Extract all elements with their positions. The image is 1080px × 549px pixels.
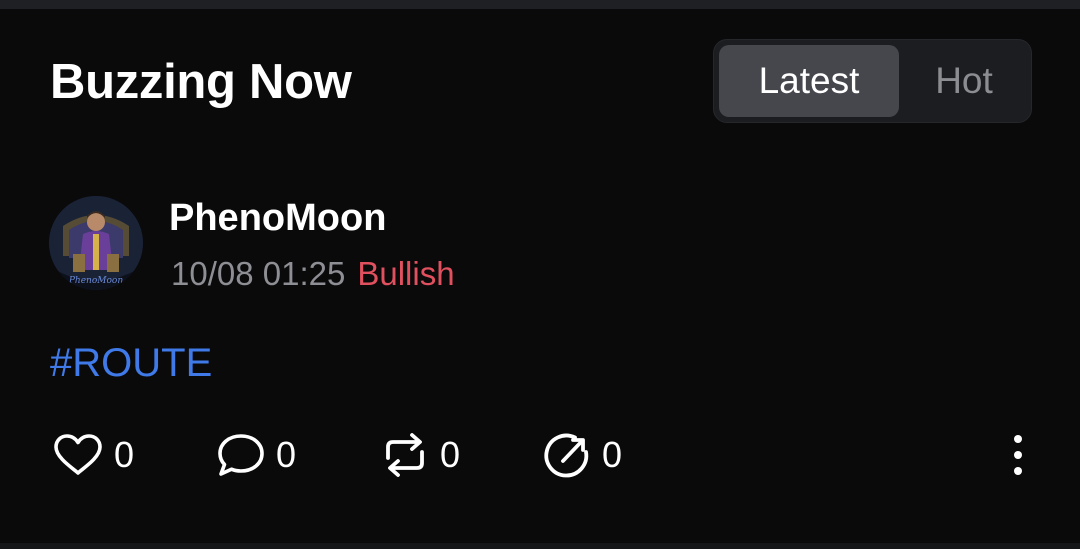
sentiment-badge: Bullish xyxy=(357,255,455,292)
more-dot xyxy=(1014,467,1022,475)
section-title: Buzzing Now xyxy=(50,55,352,109)
post-hashtag[interactable]: #ROUTE xyxy=(50,340,212,386)
post-author[interactable]: PhenoMoon xyxy=(169,196,386,240)
repost-count: 0 xyxy=(440,434,461,475)
more-dot xyxy=(1014,451,1022,459)
tab-latest[interactable]: Latest xyxy=(719,45,899,117)
tab-hot[interactable]: Hot xyxy=(902,45,1026,117)
top-divider xyxy=(0,0,1080,9)
avatar-logo-text: PhenoMoon xyxy=(68,276,123,286)
heart-icon xyxy=(54,434,102,475)
like-button[interactable]: 0 xyxy=(52,430,134,480)
more-options-icon[interactable] xyxy=(1004,432,1032,478)
repost-icon xyxy=(386,433,424,477)
comment-count: 0 xyxy=(276,434,297,475)
comment-icon xyxy=(218,434,264,476)
like-count: 0 xyxy=(114,434,135,475)
avatar-image: PhenoMoon xyxy=(49,196,143,290)
share-count: 0 xyxy=(602,434,623,475)
post-meta: 10/08 01:25 Bullish xyxy=(171,254,455,294)
repost-button[interactable]: 0 xyxy=(380,430,460,480)
avatar[interactable]: PhenoMoon xyxy=(49,196,143,290)
more-dot xyxy=(1014,435,1022,443)
share-button[interactable]: 0 xyxy=(542,430,622,480)
bottom-divider xyxy=(0,543,1080,549)
feed-tab-switcher: Latest Hot xyxy=(713,39,1032,123)
comment-button[interactable]: 0 xyxy=(216,430,296,480)
post-timestamp: 10/08 01:25 xyxy=(171,255,346,292)
share-icon xyxy=(544,433,589,478)
